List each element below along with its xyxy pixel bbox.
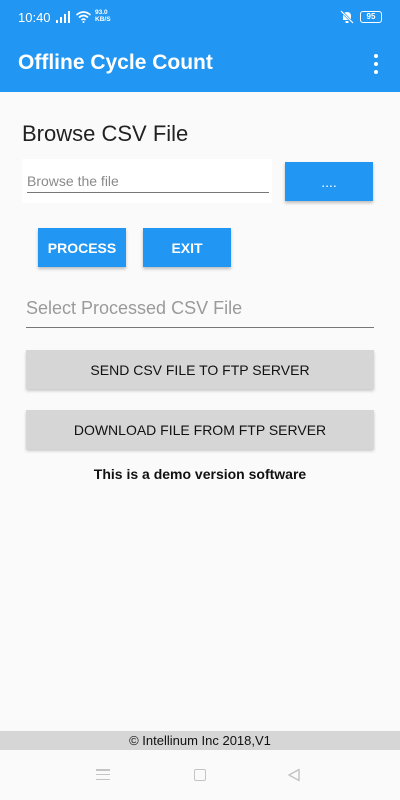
battery-icon: 95 <box>360 11 382 23</box>
footer-copyright: © Intellinum Inc 2018,V1 <box>0 731 400 750</box>
overflow-menu-icon[interactable] <box>368 52 384 76</box>
system-nav-bar <box>0 750 400 800</box>
demo-notice: This is a demo version software <box>93 466 307 482</box>
browse-heading: Browse CSV File <box>22 121 189 146</box>
exit-button[interactable]: EXIT <box>143 228 231 267</box>
nav-back-icon[interactable] <box>287 768 301 782</box>
app-title: Offline Cycle Count <box>18 51 213 74</box>
wifi-icon <box>76 11 91 23</box>
network-speed-value: 93.0 <box>95 9 108 16</box>
app-bar: Offline Cycle Count <box>0 32 400 92</box>
download-from-ftp-button[interactable]: DOWNLOAD FILE FROM FTP SERVER <box>26 410 374 449</box>
nav-home-icon[interactable] <box>194 769 206 781</box>
browse-file-input[interactable] <box>27 169 269 193</box>
nav-menu-icon[interactable] <box>96 769 110 780</box>
network-speed: 93.0 KB/S <box>95 9 111 23</box>
status-time: 10:40 <box>18 10 51 25</box>
file-input-container <box>22 159 272 203</box>
browse-button[interactable]: .... <box>285 162 373 201</box>
mute-icon <box>340 10 354 24</box>
signal-icon <box>56 11 70 23</box>
status-bar: 10:40 93.0 KB/S 95 <box>0 0 400 32</box>
process-button[interactable]: PROCESS <box>38 228 126 267</box>
processed-csv-select[interactable]: Select Processed CSV File <box>26 298 374 328</box>
network-speed-unit: KB/S <box>95 16 111 23</box>
send-to-ftp-button[interactable]: SEND CSV FILE TO FTP SERVER <box>26 350 374 389</box>
